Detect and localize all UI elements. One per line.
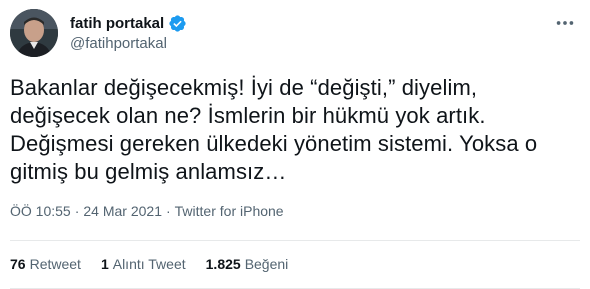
quotes-stat[interactable]: 1 Alıntı Tweet: [101, 256, 186, 272]
tweet-time[interactable]: ÖÖ 10:55: [10, 203, 71, 219]
retweets-count: 76: [10, 256, 26, 272]
tweet-text: Bakanlar değişecekmiş! İyi de “değişti,”…: [10, 75, 538, 184]
display-name[interactable]: fatih portakal: [70, 15, 164, 32]
author-handle[interactable]: @fatihportakal: [70, 35, 187, 52]
avatar[interactable]: [10, 9, 58, 57]
tweet-source[interactable]: Twitter for iPhone: [175, 203, 284, 219]
divider: [10, 240, 580, 241]
avatar-photo-icon: [10, 9, 58, 57]
meta-separator: ·: [74, 203, 80, 219]
verified-badge-icon: [168, 14, 187, 33]
engagement-stats: 76 Retweet 1 Alıntı Tweet 1.825 Beğeni: [10, 256, 308, 272]
retweets-label: Retweet: [29, 256, 81, 272]
author-info: fatih portakal @fatihportakal: [70, 12, 187, 52]
meta-separator: ·: [165, 203, 171, 219]
more-options-button[interactable]: [554, 12, 576, 34]
tweet-card: fatih portakal @fatihportakal Bakanlar d…: [0, 0, 590, 289]
name-row: fatih portakal: [70, 12, 187, 34]
likes-label: Beğeni: [244, 256, 289, 272]
more-dots-icon: [556, 21, 574, 25]
retweets-stat[interactable]: 76 Retweet: [10, 256, 81, 272]
likes-stat[interactable]: 1.825 Beğeni: [206, 256, 289, 272]
likes-count: 1.825: [205, 256, 241, 272]
tweet-date[interactable]: 24 Mar 2021: [83, 203, 162, 219]
quotes-label: Alıntı Tweet: [112, 256, 186, 272]
quotes-count: 1: [100, 256, 109, 272]
tweet-meta: ÖÖ 10:55 · 24 Mar 2021 · Twitter for iPh…: [10, 203, 284, 219]
